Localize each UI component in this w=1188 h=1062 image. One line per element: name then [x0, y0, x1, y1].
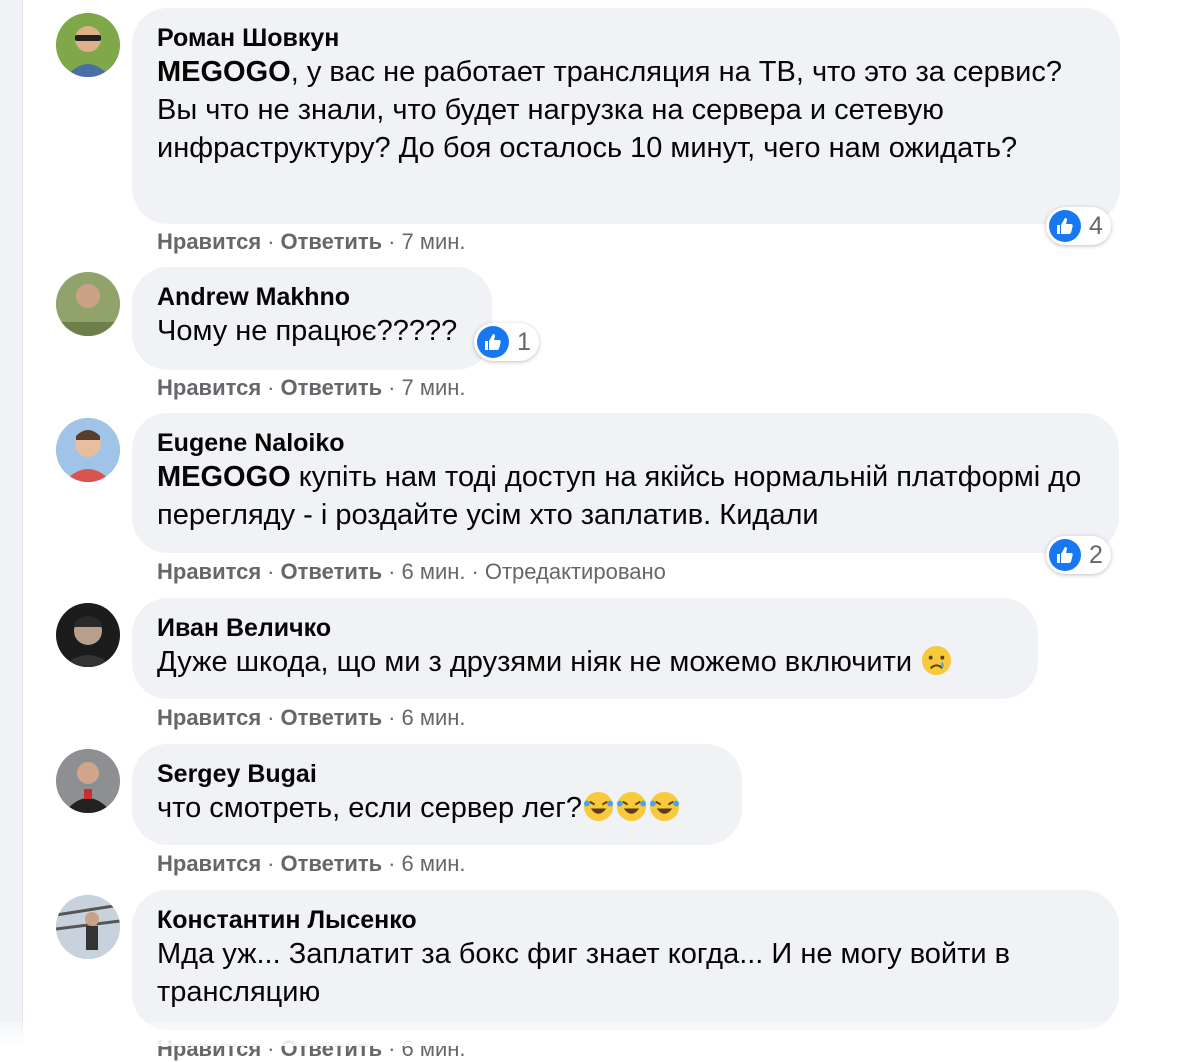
like-icon [477, 326, 509, 358]
reaction-count: 1 [517, 327, 531, 356]
reaction-summary[interactable]: 4 [1046, 207, 1111, 245]
mention-link[interactable]: MEGOGO [157, 461, 291, 493]
comment-time[interactable]: 6 мин. [402, 559, 466, 584]
laughing-emoji [583, 791, 614, 822]
reply-button[interactable]: Ответить [281, 851, 383, 876]
comment-actions: Нравится · Ответить · 6 мин. [157, 705, 466, 730]
comment-bubble: Роман Шовкун MEGOGO, у вас не работает т… [132, 8, 1120, 224]
reply-button[interactable]: Ответить [281, 705, 383, 730]
like-button[interactable]: Нравится [157, 705, 261, 730]
comment-bubble: Константин Лысенко Мда уж... Заплатит за… [132, 890, 1119, 1030]
laughing-emoji [616, 791, 647, 822]
feed-left-rail [0, 0, 23, 1046]
reaction-summary[interactable]: 1 [474, 323, 539, 361]
crying-face-emoji [922, 645, 952, 676]
comment-author[interactable]: Иван Величко [157, 613, 1013, 643]
comment-text: Мда уж... Заплатит за бокс фиг знает ког… [157, 938, 1011, 1008]
comment-text: Чому не працює????? [157, 315, 458, 347]
avatar[interactable] [56, 749, 120, 813]
reaction-summary[interactable]: 2 [1046, 536, 1111, 574]
comment-text: MEGOGO, у вас не работает трансляция на … [157, 56, 1062, 164]
like-icon [1049, 539, 1081, 571]
comment-author[interactable]: Eugene Naloiko [157, 428, 1094, 458]
reply-button[interactable]: Ответить [281, 559, 383, 584]
laughing-emoji [649, 791, 680, 822]
comment-actions: Нравится · Ответить · 6 мин. [157, 851, 466, 876]
comment-author[interactable]: Sergey Bugai [157, 759, 717, 789]
reaction-count: 4 [1089, 211, 1103, 240]
comment-text: что смотреть, если сервер лег? [157, 789, 717, 827]
comment-actions: Нравится · Ответить · 7 мин. [157, 375, 466, 400]
like-button[interactable]: Нравится [157, 851, 261, 876]
comment-bubble: Eugene Naloiko MEGOGO купіть нам тоді до… [132, 413, 1119, 553]
comment-time[interactable]: 7 мин. [402, 229, 466, 254]
like-button[interactable]: Нравится [157, 375, 261, 400]
comment-text: Дуже шкода, що ми з друзями ніяк не може… [157, 643, 1013, 681]
reply-button[interactable]: Ответить [281, 229, 383, 254]
comment-author[interactable]: Andrew Makhno [157, 282, 467, 312]
comment-time[interactable]: 6 мин. [402, 851, 466, 876]
scroll-fade [0, 1022, 1188, 1046]
comment-time[interactable]: 7 мин. [402, 375, 466, 400]
like-button[interactable]: Нравится [157, 559, 261, 584]
comment-bubble: Sergey Bugai что смотреть, если сервер л… [132, 744, 742, 845]
avatar[interactable] [56, 895, 120, 959]
like-icon [1049, 210, 1081, 242]
edited-label[interactable]: Отредактировано [485, 559, 666, 584]
comment-actions: Нравится · Ответить · 6 мин. · Отредактировано [157, 559, 666, 584]
comment-author[interactable]: Роман Шовкун [157, 23, 1095, 53]
comment-bubble: Иван Величко Дуже шкода, що ми з друзями… [132, 598, 1038, 699]
comment-author[interactable]: Константин Лысенко [157, 905, 1094, 935]
reply-button[interactable]: Ответить [281, 375, 383, 400]
comment-actions: Нравится · Ответить · 7 мин. [157, 229, 466, 254]
comment-text: MEGOGO купіть нам тоді доступ на якійсь … [157, 461, 1082, 531]
avatar[interactable] [56, 603, 120, 667]
comment-time[interactable]: 6 мин. [402, 705, 466, 730]
mention-link[interactable]: MEGOGO [157, 56, 291, 88]
avatar[interactable] [56, 272, 120, 336]
comment-bubble: Andrew Makhno Чому не працює????? [132, 267, 492, 370]
reaction-count: 2 [1089, 540, 1103, 569]
avatar[interactable] [56, 13, 120, 77]
like-button[interactable]: Нравится [157, 229, 261, 254]
avatar[interactable] [56, 418, 120, 482]
